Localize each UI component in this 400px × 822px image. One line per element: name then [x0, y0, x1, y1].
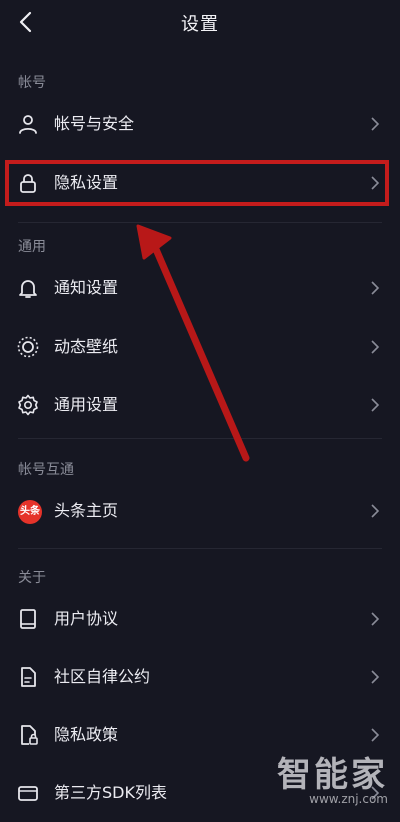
document-lock-icon — [21, 725, 38, 745]
row-label: 头条主页 — [54, 501, 119, 520]
row-notification-settings[interactable]: 通知设置 — [0, 259, 400, 317]
row-label: 动态壁纸 — [54, 337, 119, 356]
row-account-security[interactable]: 帐号与安全 — [0, 95, 400, 153]
header: 设置 — [0, 0, 400, 44]
page-title: 设置 — [181, 14, 219, 35]
person-icon — [19, 115, 37, 134]
gear-icon — [18, 394, 38, 416]
wallpaper-icon — [17, 336, 39, 358]
row-label: 帐号与安全 — [54, 114, 135, 133]
chevron-right-icon — [371, 117, 380, 131]
section-label-account: 帐号 — [18, 75, 46, 91]
divider — [18, 222, 382, 223]
chevron-right-icon — [371, 670, 380, 684]
annotation-highlight-box — [5, 160, 389, 206]
row-label: 隐私政策 — [54, 725, 119, 744]
chevron-right-icon — [371, 504, 380, 518]
row-live-wallpaper[interactable]: 动态壁纸 — [0, 318, 400, 376]
divider — [18, 438, 382, 439]
chevron-right-icon — [371, 340, 380, 354]
row-label: 通知设置 — [54, 278, 119, 297]
watermark-name: 智能家 — [277, 755, 388, 795]
chevron-right-icon — [371, 612, 380, 626]
chevron-right-icon — [371, 728, 380, 742]
chevron-right-icon — [371, 281, 380, 295]
row-label: 用户协议 — [54, 609, 119, 628]
book-icon — [20, 609, 36, 629]
row-general-settings[interactable]: 通用设置 — [0, 376, 400, 434]
toutiao-logo-icon: 头条 — [18, 500, 42, 524]
section-label-general: 通用 — [18, 239, 46, 255]
watermark: 智能家 www.znj.com — [277, 747, 388, 806]
bell-icon — [19, 280, 37, 298]
row-toutiao-homepage[interactable]: 头条主页 — [0, 482, 400, 540]
section-label-about: 关于 — [18, 570, 46, 586]
section-label-linked-accounts: 帐号互通 — [18, 462, 74, 478]
row-user-agreement[interactable]: 用户协议 — [0, 590, 400, 648]
row-label: 通用设置 — [54, 395, 119, 414]
row-label: 社区自律公约 — [54, 667, 151, 686]
divider — [18, 548, 382, 549]
chevron-right-icon — [371, 398, 380, 412]
row-community-guidelines[interactable]: 社区自律公约 — [0, 648, 400, 706]
row-label: 第三方SDK列表 — [54, 783, 167, 802]
document-icon — [21, 667, 36, 687]
wallet-icon — [18, 786, 38, 801]
